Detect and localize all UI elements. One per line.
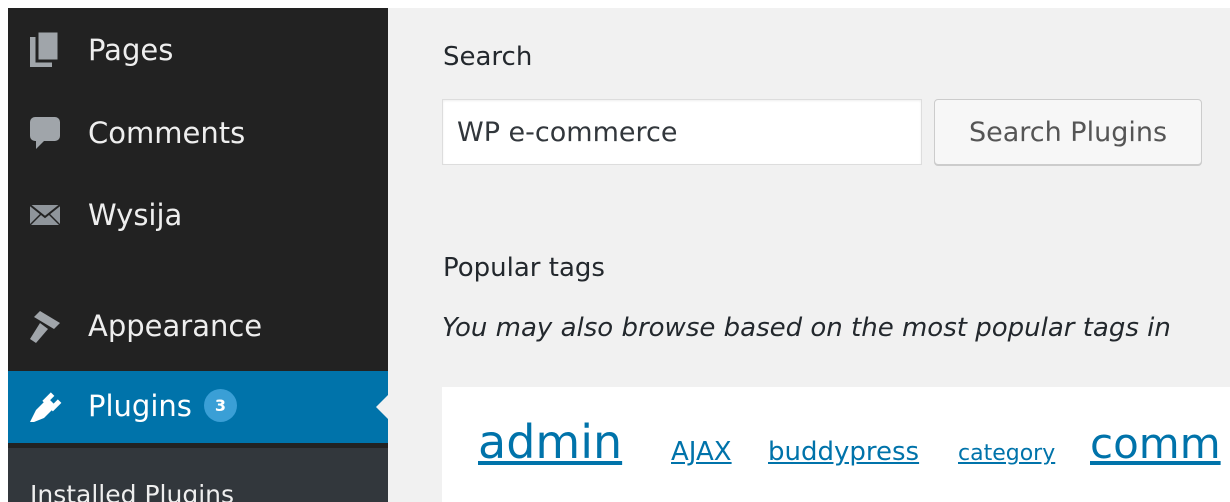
- tag-cloud: admin AJAX buddypress category comm: [442, 387, 1230, 502]
- main-content: Search Search Plugins Popular tags You m…: [388, 8, 1230, 502]
- search-input[interactable]: [442, 99, 922, 165]
- search-plugins-button[interactable]: Search Plugins: [934, 99, 1202, 165]
- sidebar-item-label: Pages: [88, 33, 174, 67]
- paintbrush-icon: [22, 303, 68, 349]
- sidebar-item-label: Plugins 3: [88, 388, 237, 425]
- admin-sidebar: Pages Comments Wysija Appearance Plugins…: [8, 8, 388, 502]
- pages-icon: [22, 27, 68, 73]
- active-indicator-arrow: [376, 395, 388, 419]
- popular-tags-description: You may also browse based on the most po…: [442, 313, 1171, 343]
- sidebar-item-label: Comments: [88, 116, 246, 150]
- sidebar-item-plugins[interactable]: Plugins 3: [8, 371, 388, 443]
- sidebar-item-comments[interactable]: Comments: [8, 97, 388, 169]
- search-section-title: Search: [443, 42, 533, 72]
- sidebar-item-label: Wysija: [88, 198, 183, 232]
- tag-link[interactable]: buddypress: [768, 439, 919, 465]
- update-count-badge: 3: [203, 388, 237, 422]
- tag-link[interactable]: category: [958, 443, 1055, 465]
- plugins-submenu: Installed Plugins: [8, 448, 388, 502]
- submenu-item-installed-plugins[interactable]: Installed Plugins: [30, 480, 234, 502]
- sidebar-item-pages[interactable]: Pages: [8, 14, 388, 86]
- tag-link[interactable]: AJAX: [671, 439, 732, 465]
- sidebar-item-wysija[interactable]: Wysija: [8, 179, 388, 251]
- plugin-icon: [22, 384, 68, 430]
- sidebar-item-label: Appearance: [88, 309, 263, 343]
- window-frame-left: [0, 0, 8, 502]
- comments-icon: [22, 110, 68, 156]
- popular-tags-title: Popular tags: [443, 253, 605, 283]
- sidebar-item-appearance[interactable]: Appearance: [8, 290, 388, 362]
- tag-link[interactable]: admin: [478, 419, 622, 465]
- envelope-icon: [22, 192, 68, 238]
- window-frame-top: [0, 0, 1230, 8]
- tag-link[interactable]: comm: [1090, 423, 1221, 465]
